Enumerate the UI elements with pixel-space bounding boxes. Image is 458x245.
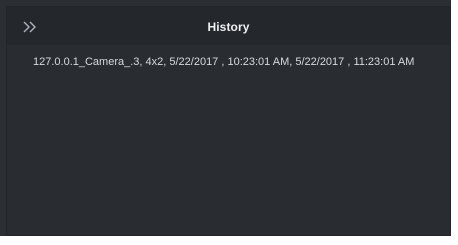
history-panel: History 127.0.0.1_Camera_.3, 4x2, 5/22/2…: [6, 6, 451, 236]
window-edge-right: [451, 0, 458, 245]
history-list: 127.0.0.1_Camera_.3, 4x2, 5/22/2017 , 10…: [7, 52, 450, 72]
history-window: History 127.0.0.1_Camera_.3, 4x2, 5/22/2…: [0, 0, 458, 245]
history-item[interactable]: 127.0.0.1_Camera_.3, 4x2, 5/22/2017 , 10…: [7, 52, 450, 72]
panel-title: History: [207, 20, 250, 34]
window-edge-bottom: [0, 236, 458, 245]
panel-header: History: [7, 7, 450, 45]
